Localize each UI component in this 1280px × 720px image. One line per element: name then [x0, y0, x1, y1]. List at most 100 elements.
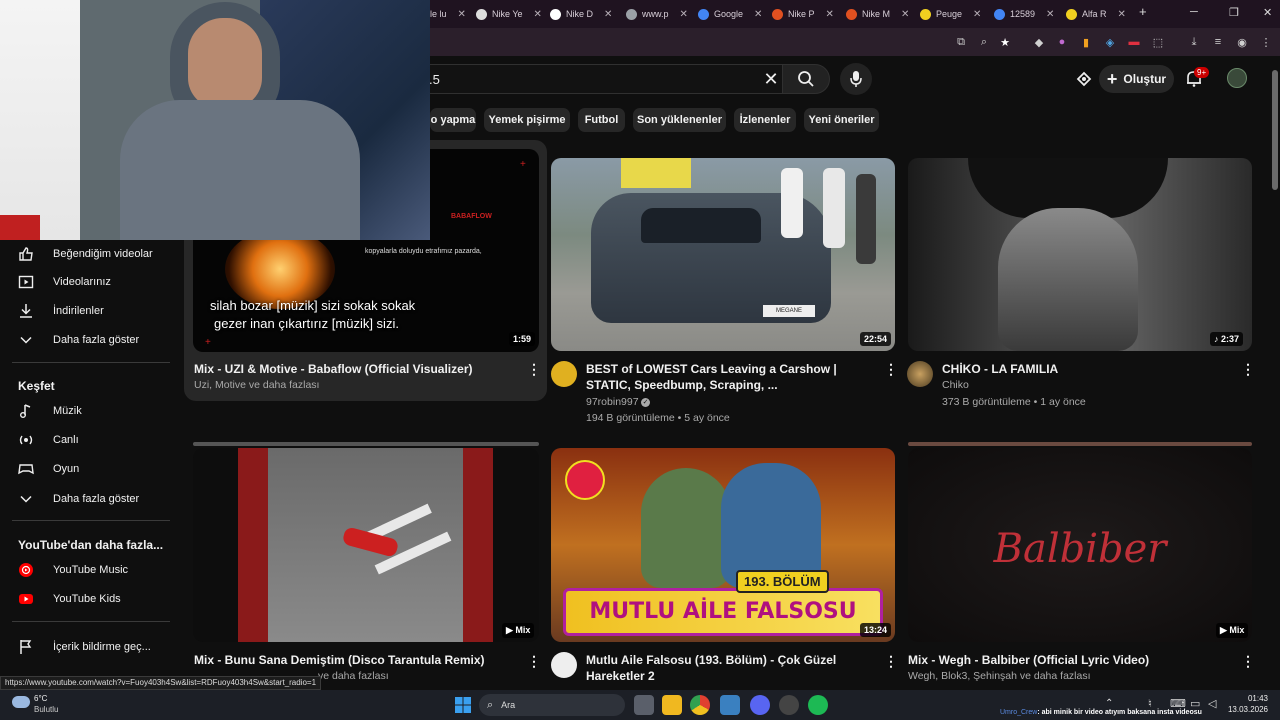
chrome-icon[interactable]	[690, 695, 710, 715]
video-thumbnail[interactable]: MUTLU AİLE FALSOSU 193. BÖLÜM	[551, 448, 895, 642]
page-scrollbar[interactable]	[1272, 70, 1278, 190]
window-close-button[interactable]: ✕	[1263, 6, 1272, 19]
video-channel[interactable]: ve daha fazlası	[318, 670, 389, 682]
extensions-puzzle-icon[interactable]: ⬚	[1150, 34, 1166, 50]
search-input[interactable]: .5	[410, 64, 790, 94]
sidebar-item-youtube-music[interactable]: YouTube Music	[0, 556, 170, 584]
video-more-menu[interactable]: ⋮	[1241, 653, 1255, 669]
video-title[interactable]: Mix - Bunu Sana Demiştim (Disco Tarantul…	[194, 652, 514, 668]
video-more-menu[interactable]: ⋮	[884, 653, 898, 669]
tab-close-icon[interactable]: ✕	[754, 9, 762, 20]
create-button[interactable]: + Oluştur	[1099, 65, 1174, 93]
browser-tab[interactable]: Nike M ✕	[846, 4, 909, 24]
tab-close-icon[interactable]: ✕	[1118, 9, 1126, 20]
weather-desc[interactable]: Bulutlu	[34, 705, 58, 714]
video-channel[interactable]: Wegh, Blok3, Şehinşah ve daha fazlası	[908, 670, 1091, 682]
filter-chip[interactable]: Yemek pişirme	[484, 108, 570, 132]
tab-close-icon[interactable]: ✕	[534, 9, 542, 20]
bookmark-star-icon[interactable]: ★	[997, 34, 1013, 50]
clock-time[interactable]: 01:43	[1236, 694, 1268, 703]
search-button[interactable]	[782, 64, 830, 94]
extension-icon[interactable]: ●	[1054, 34, 1070, 50]
video-title[interactable]: Mutlu Aile Falsosu (193. Bölüm) - Çok Gü…	[586, 652, 881, 684]
sidebar-item-show-more[interactable]: Daha fazla göster	[0, 326, 170, 354]
sidebar-item-show-more[interactable]: Daha fazla göster	[0, 485, 170, 513]
weather-temp[interactable]: 6°C	[34, 694, 47, 703]
video-title[interactable]: BEST of LOWEST Cars Leaving a Carshow | …	[586, 361, 871, 393]
video-thumbnail[interactable]: Balbiber	[908, 448, 1252, 642]
browser-tab[interactable]: Peuge ✕	[920, 4, 981, 24]
cloud-icon[interactable]	[12, 696, 30, 708]
extension-icon[interactable]: ▬	[1126, 34, 1142, 50]
video-more-menu[interactable]: ⋮	[1241, 361, 1255, 377]
video-more-menu[interactable]: ⋮	[884, 361, 898, 377]
tab-close-icon[interactable]: ✕	[458, 9, 466, 20]
sidebar-item-liked-videos[interactable]: Beğendiğim videolar	[0, 240, 170, 268]
sidebar-item-gaming[interactable]: Oyun	[0, 455, 170, 483]
browser-tab[interactable]: Nike P ✕	[772, 4, 834, 24]
video-channel[interactable]: 97robin997	[586, 396, 639, 408]
tab-close-icon[interactable]: ✕	[826, 9, 834, 20]
volume-icon[interactable]: ◁	[1208, 697, 1216, 710]
browser-tab[interactable]: Google ✕	[698, 4, 762, 24]
clock-date[interactable]: 13.03.2026	[1224, 705, 1268, 714]
video-more-menu[interactable]: ⋮	[527, 653, 541, 669]
extension-icon[interactable]: ◆	[1031, 34, 1047, 50]
video-thumbnail[interactable]	[908, 158, 1252, 351]
tray-chevron-icon[interactable]: ⌃	[1105, 698, 1113, 709]
browser-tab[interactable]: le lu ✕	[430, 4, 466, 24]
video-channel[interactable]: Chiko	[942, 379, 969, 391]
extension-icon[interactable]: ◈	[1102, 34, 1118, 50]
sidebar-item-music[interactable]: Müzik	[0, 397, 170, 425]
channel-avatar[interactable]	[551, 652, 577, 678]
windows-start-icon[interactable]	[455, 697, 471, 713]
tab-close-icon[interactable]: ✕	[1046, 9, 1054, 20]
video-thumbnail[interactable]	[193, 448, 539, 642]
video-thumbnail[interactable]: MEGANE	[551, 158, 895, 351]
account-avatar[interactable]	[1227, 68, 1247, 88]
filter-chip[interactable]: İzlenenler	[734, 108, 796, 132]
filter-chip[interactable]: Son yüklenenler	[633, 108, 726, 132]
zoom-icon[interactable]: ⌕	[976, 34, 992, 50]
create-clip-icon[interactable]	[1075, 70, 1093, 88]
video-channel[interactable]: Uzi, Motive ve daha fazlası	[194, 379, 319, 391]
taskbar-search[interactable]: ⌕ Ara	[479, 694, 625, 716]
browser-tab[interactable]: www.p ✕	[626, 4, 688, 24]
tab-close-icon[interactable]: ✕	[973, 9, 981, 20]
maximize-button[interactable]: ❐	[1229, 6, 1239, 19]
browser-tab[interactable]: Alfa R ✕	[1066, 4, 1126, 24]
sidebar-item-report-history[interactable]: İçerik bildirme geç...	[0, 633, 170, 661]
discord-icon[interactable]	[750, 695, 770, 715]
sidebar-item-youtube-kids[interactable]: YouTube Kids	[0, 585, 170, 613]
minimize-button[interactable]: ─	[1190, 6, 1198, 18]
profile-avatar-icon[interactable]: ◉	[1234, 34, 1250, 50]
video-more-menu[interactable]: ⋮	[527, 361, 541, 377]
filter-chip[interactable]: Yeni öneriler	[804, 108, 879, 132]
tab-close-icon[interactable]: ✕	[604, 9, 612, 20]
sidebar-item-your-videos[interactable]: Videolarınız	[0, 268, 170, 296]
file-explorer-icon[interactable]	[662, 695, 682, 715]
reading-list-icon[interactable]: ≡	[1210, 34, 1226, 50]
task-view-icon[interactable]	[634, 695, 654, 715]
video-title[interactable]: Mix - UZI & Motive - Babaflow (Official …	[194, 361, 514, 377]
voice-search-button[interactable]	[840, 63, 872, 95]
channel-avatar[interactable]	[907, 361, 933, 387]
extension-icon[interactable]: ▮	[1078, 34, 1094, 50]
browser-tab[interactable]: 12589 ✕	[994, 4, 1054, 24]
browser-tab[interactable]: Nike D ✕	[550, 4, 612, 24]
new-tab-button[interactable]: +	[1139, 4, 1147, 19]
tab-close-icon[interactable]: ✕	[901, 9, 909, 20]
video-title[interactable]: Mix - Wegh - Balbiber (Official Lyric Vi…	[908, 652, 1228, 668]
tab-close-icon[interactable]: ✕	[680, 9, 688, 20]
filter-chip[interactable]: Futbol	[578, 108, 625, 132]
video-title[interactable]: CHİKO - LA FAMILIA	[942, 361, 1232, 377]
channel-avatar[interactable]	[551, 361, 577, 387]
obs-icon[interactable]	[779, 695, 799, 715]
install-app-icon[interactable]: ⧉	[953, 34, 969, 50]
sidebar-item-live[interactable]: Canlı	[0, 426, 170, 454]
sidebar-item-downloads[interactable]: İndirilenler	[0, 297, 170, 325]
clear-search-button[interactable]: ✕	[762, 70, 780, 88]
spotify-icon[interactable]	[808, 695, 828, 715]
browser-tab[interactable]: Nike Ye ✕	[476, 4, 542, 24]
app-icon[interactable]	[720, 695, 740, 715]
